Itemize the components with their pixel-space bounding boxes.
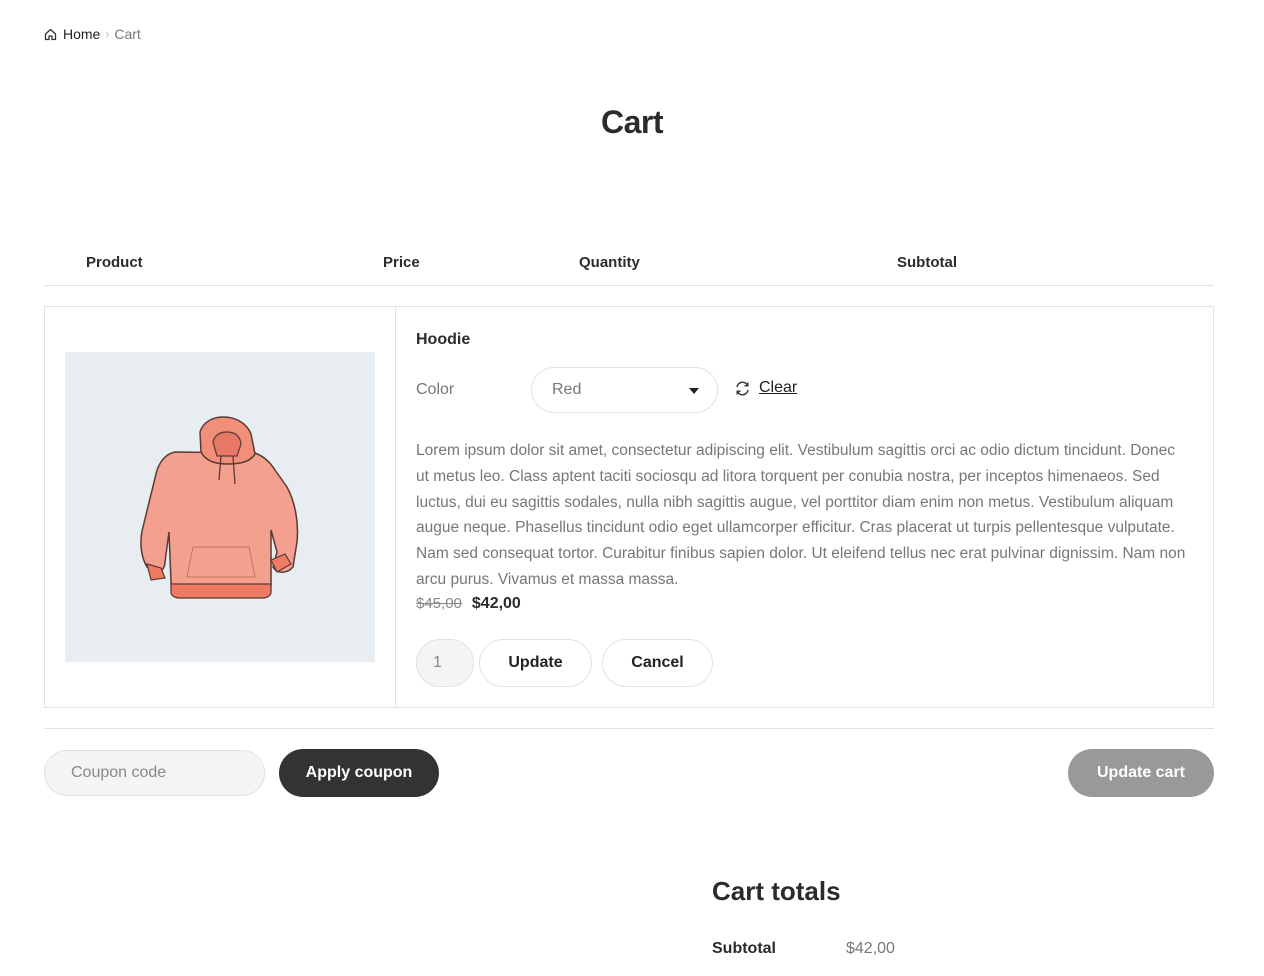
header-price: Price — [383, 254, 420, 271]
color-label: Color — [416, 381, 455, 398]
product-image[interactable] — [65, 352, 375, 662]
price-original: $45,00 — [416, 595, 462, 612]
color-select-value: Red — [552, 381, 582, 398]
breadcrumb-separator: › — [105, 27, 110, 41]
color-select[interactable]: Red — [531, 367, 718, 413]
clear-variation-link[interactable]: Clear — [734, 379, 797, 397]
coupon-code-input[interactable]: Coupon code — [44, 750, 265, 796]
update-item-button[interactable]: Update — [479, 639, 592, 687]
divider — [44, 728, 1214, 729]
header-subtotal: Subtotal — [897, 254, 957, 271]
quantity-input[interactable]: 1 — [416, 639, 474, 687]
chevron-down-icon — [689, 388, 699, 394]
hoodie-illustration-icon — [140, 416, 299, 599]
cart-item-row: Hoodie Color Red Clear Lorem ipsum dolor… — [44, 306, 1214, 708]
product-price: $45,00 $42,00 — [416, 595, 521, 613]
totals-subtotal-value: $42,00 — [846, 940, 895, 957]
refresh-icon — [736, 381, 749, 395]
product-description: Lorem ipsum dolor sit amet, consectetur … — [416, 442, 1186, 588]
page-title: Cart — [600, 104, 664, 140]
breadcrumb: Home › Cart — [44, 26, 141, 42]
breadcrumb-home-link[interactable]: Home — [44, 26, 100, 42]
apply-coupon-button[interactable]: Apply coupon — [279, 749, 439, 797]
home-icon — [44, 28, 57, 40]
header-product: Product — [86, 254, 143, 271]
price-sale: $42,00 — [471, 595, 521, 612]
cart-totals-title: Cart totals — [712, 876, 841, 906]
totals-subtotal-label: Subtotal — [712, 940, 776, 957]
update-cart-button[interactable]: Update cart — [1068, 749, 1214, 797]
product-thumbnail-cell — [45, 307, 396, 707]
cart-table-header: Product Price Quantity Subtotal — [44, 240, 1214, 286]
breadcrumb-current: Cart — [114, 26, 141, 42]
product-name[interactable]: Hoodie — [416, 331, 470, 349]
clear-label[interactable]: Clear — [759, 379, 797, 397]
cancel-item-button[interactable]: Cancel — [602, 639, 713, 687]
breadcrumb-home-label[interactable]: Home — [63, 26, 100, 42]
header-quantity: Quantity — [579, 254, 640, 271]
